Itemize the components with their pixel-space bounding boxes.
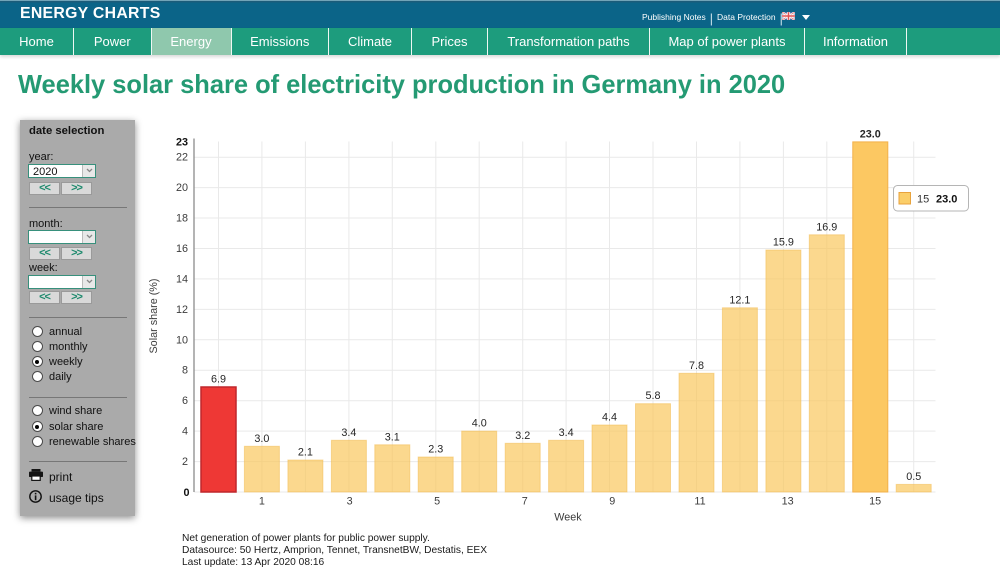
svg-text:13: 13 xyxy=(782,496,794,508)
svg-text:10: 10 xyxy=(176,334,188,346)
svg-text:6.9: 6.9 xyxy=(211,374,226,386)
svg-text:23.0: 23.0 xyxy=(860,128,881,140)
svg-text:Solar share (%): Solar share (%) xyxy=(148,278,160,353)
svg-text:12.1: 12.1 xyxy=(729,294,750,306)
svg-text:8: 8 xyxy=(182,365,188,377)
svg-text:7.8: 7.8 xyxy=(689,360,704,372)
svg-text:15: 15 xyxy=(917,194,929,206)
svg-text:14: 14 xyxy=(176,273,188,285)
svg-text:3.0: 3.0 xyxy=(254,433,269,445)
svg-text:3: 3 xyxy=(347,496,353,508)
svg-text:3.4: 3.4 xyxy=(559,427,574,439)
svg-text:18: 18 xyxy=(176,213,188,225)
svg-text:23.0: 23.0 xyxy=(936,194,957,206)
svg-text:1: 1 xyxy=(259,496,265,508)
svg-text:Week: Week xyxy=(554,512,582,524)
svg-text:5: 5 xyxy=(434,496,440,508)
svg-text:6: 6 xyxy=(182,395,188,407)
svg-text:20: 20 xyxy=(176,182,188,194)
svg-text:22: 22 xyxy=(176,152,188,164)
svg-text:15: 15 xyxy=(869,496,881,508)
svg-text:3.1: 3.1 xyxy=(385,431,400,443)
svg-text:4.4: 4.4 xyxy=(602,412,617,424)
svg-text:16: 16 xyxy=(176,243,188,255)
svg-text:12: 12 xyxy=(176,304,188,316)
svg-text:0: 0 xyxy=(183,487,189,499)
svg-text:11: 11 xyxy=(694,496,705,508)
svg-text:15.9: 15.9 xyxy=(773,237,794,249)
svg-text:2: 2 xyxy=(182,456,188,468)
svg-text:23: 23 xyxy=(176,136,188,148)
svg-text:7: 7 xyxy=(522,496,528,508)
svg-text:9: 9 xyxy=(609,496,615,508)
svg-text:4: 4 xyxy=(182,426,188,438)
svg-text:16.9: 16.9 xyxy=(816,221,837,233)
svg-text:4.0: 4.0 xyxy=(472,418,487,430)
svg-text:3.4: 3.4 xyxy=(341,427,356,439)
svg-text:5.8: 5.8 xyxy=(645,390,660,402)
svg-text:2.3: 2.3 xyxy=(428,444,443,456)
svg-text:3.2: 3.2 xyxy=(515,430,530,442)
svg-text:0.5: 0.5 xyxy=(906,471,921,483)
svg-text:2.1: 2.1 xyxy=(298,447,313,459)
